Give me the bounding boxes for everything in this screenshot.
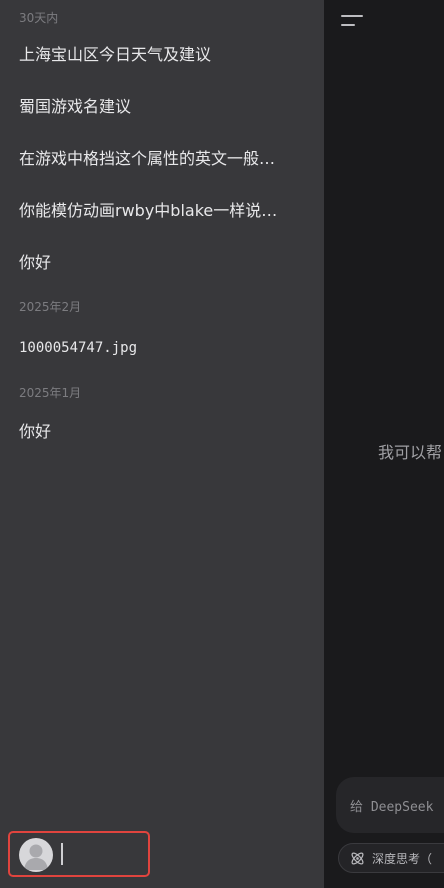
menu-icon[interactable]	[340, 12, 364, 30]
message-input-placeholder: 给 DeepSeek	[350, 800, 434, 815]
section-label-30-days: 30天内	[19, 11, 59, 25]
history-item[interactable]: 上海宝山区今日天气及建议	[19, 44, 309, 66]
section-label-2025-feb: 2025年2月	[19, 300, 82, 314]
message-input[interactable]: 给 DeepSeek	[336, 777, 444, 833]
history-drawer: 30天内 上海宝山区今日天气及建议 蜀国游戏名建议 在游戏中格挡这个属性的英文一…	[0, 0, 324, 888]
greeting-text: 我可以帮	[378, 443, 443, 462]
history-item[interactable]: 蜀国游戏名建议	[19, 96, 309, 118]
avatar[interactable]	[19, 838, 53, 872]
history-item[interactable]: 在游戏中格挡这个属性的英文一般…	[19, 148, 309, 170]
history-item[interactable]: 你能模仿动画rwby中blake一样说…	[19, 200, 309, 222]
chat-main: 我可以帮 给 DeepSeek 深度思考（	[324, 0, 444, 888]
deep-think-button[interactable]: 深度思考（	[338, 843, 444, 873]
text-cursor	[61, 843, 63, 865]
history-item[interactable]: 你好	[19, 252, 309, 274]
profile-button[interactable]	[8, 831, 150, 877]
history-item[interactable]: 1000054747.jpg	[19, 337, 309, 359]
app-screen: 30天内 上海宝山区今日天气及建议 蜀国游戏名建议 在游戏中格挡这个属性的英文一…	[0, 0, 444, 888]
atom-icon	[351, 852, 364, 865]
deep-think-label: 深度思考（	[372, 852, 433, 866]
section-label-2025-jan: 2025年1月	[19, 386, 82, 400]
history-item[interactable]: 你好	[19, 421, 309, 443]
user-avatar-icon	[24, 844, 48, 870]
